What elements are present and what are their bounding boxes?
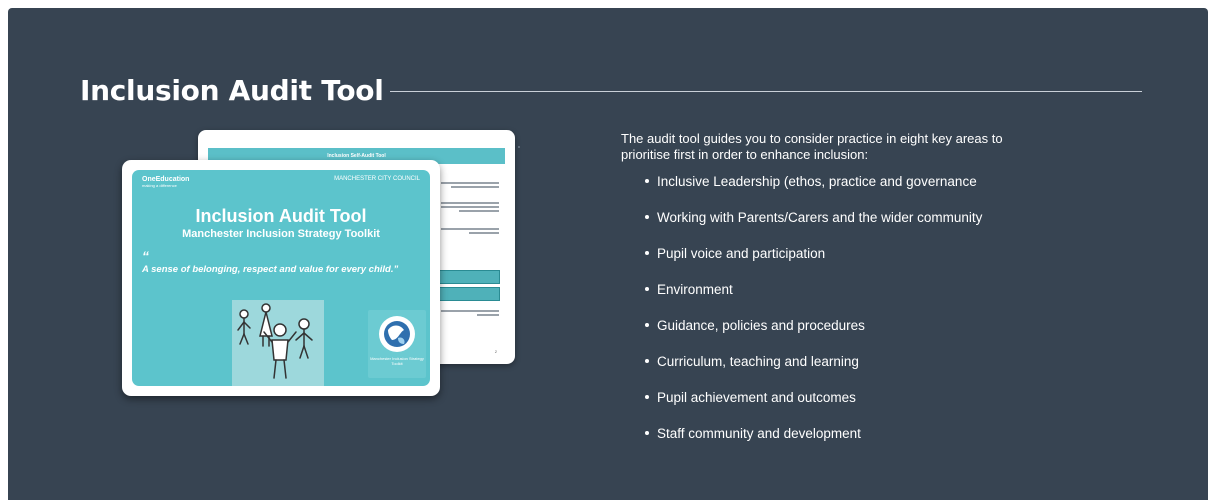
text-line: [441, 228, 499, 230]
section-title: Inclusion Audit Tool: [80, 74, 384, 107]
bullet-icon: [645, 287, 649, 292]
list-item-label: Guidance, policies and procedures: [657, 318, 865, 333]
intro-text: The audit tool guides you to consider pr…: [621, 131, 1003, 162]
back-page-box: [436, 287, 500, 301]
text-line: [451, 186, 499, 188]
title-divider: [390, 91, 1142, 92]
list-item: Environment: [645, 280, 982, 316]
list-item-label: Pupil achievement and outcomes: [657, 390, 856, 405]
council-logo: MANCHESTER CITY COUNCIL: [334, 176, 420, 182]
list-item: Pupil achievement and outcomes: [645, 388, 982, 424]
cover-quote: A sense of belonging, respect and value …: [142, 264, 399, 275]
text-line: [459, 210, 499, 212]
list-item: Inclusive Leadership (ethos, practice an…: [645, 172, 982, 208]
list-item-label: Curriculum, teaching and learning: [657, 354, 859, 369]
list-item-label: Environment: [657, 282, 733, 297]
cover-title: Inclusion Audit Tool: [195, 206, 367, 226]
bullet-icon: [645, 215, 649, 220]
bullet-icon: [645, 431, 649, 436]
list-item: Pupil voice and participation: [645, 244, 982, 280]
globe-hands-icon: [379, 316, 415, 352]
bullet-icon: [645, 359, 649, 364]
children-illustration-icon: [232, 300, 324, 386]
list-item-label: Staff community and development: [657, 426, 861, 441]
cover-panel: OneEducation making a difference MANCHES…: [132, 170, 430, 386]
text-line: [441, 202, 499, 204]
text-line: [441, 310, 499, 312]
quote-mark: “: [142, 248, 149, 264]
back-page-box: [436, 270, 500, 284]
key-areas-list: Inclusive Leadership (ethos, practice an…: [645, 172, 982, 460]
logo-left-text: OneEducation: [142, 176, 190, 183]
badge-text: Manchester Inclusion Strategy Toolkit: [370, 356, 424, 366]
one-education-logo: OneEducation making a difference: [142, 176, 189, 188]
list-item-label: Inclusive Leadership (ethos, practice an…: [657, 174, 977, 189]
list-item-label: Pupil voice and participation: [657, 246, 826, 261]
back-page-number: 2: [494, 349, 497, 354]
toolkit-badge: Manchester Inclusion Strategy Toolkit: [368, 310, 426, 378]
text-line: [469, 232, 499, 234]
text-line: [441, 206, 499, 208]
list-item-label: Working with Parents/Carers and the wide…: [657, 210, 983, 225]
bullet-icon: [645, 251, 649, 256]
text-line: [441, 182, 499, 184]
audit-tool-preview-image: Inclusion Self-Audit Tool 2 OneEducation…: [80, 112, 604, 432]
dot-mark: [518, 146, 520, 148]
list-item: Guidance, policies and procedures: [645, 316, 982, 352]
text-line: [477, 314, 499, 316]
bullet-icon: [645, 395, 649, 400]
list-item: Working with Parents/Carers and the wide…: [645, 208, 982, 244]
cover-subtitle: Manchester Inclusion Strategy Toolkit: [182, 228, 380, 240]
logo-left-tagline: making a difference: [142, 183, 177, 188]
list-item: Staff community and development: [645, 424, 982, 460]
bullet-icon: [645, 179, 649, 184]
front-page-thumbnail: OneEducation making a difference MANCHES…: [122, 160, 440, 396]
bullet-icon: [645, 323, 649, 328]
list-item: Curriculum, teaching and learning: [645, 352, 982, 388]
